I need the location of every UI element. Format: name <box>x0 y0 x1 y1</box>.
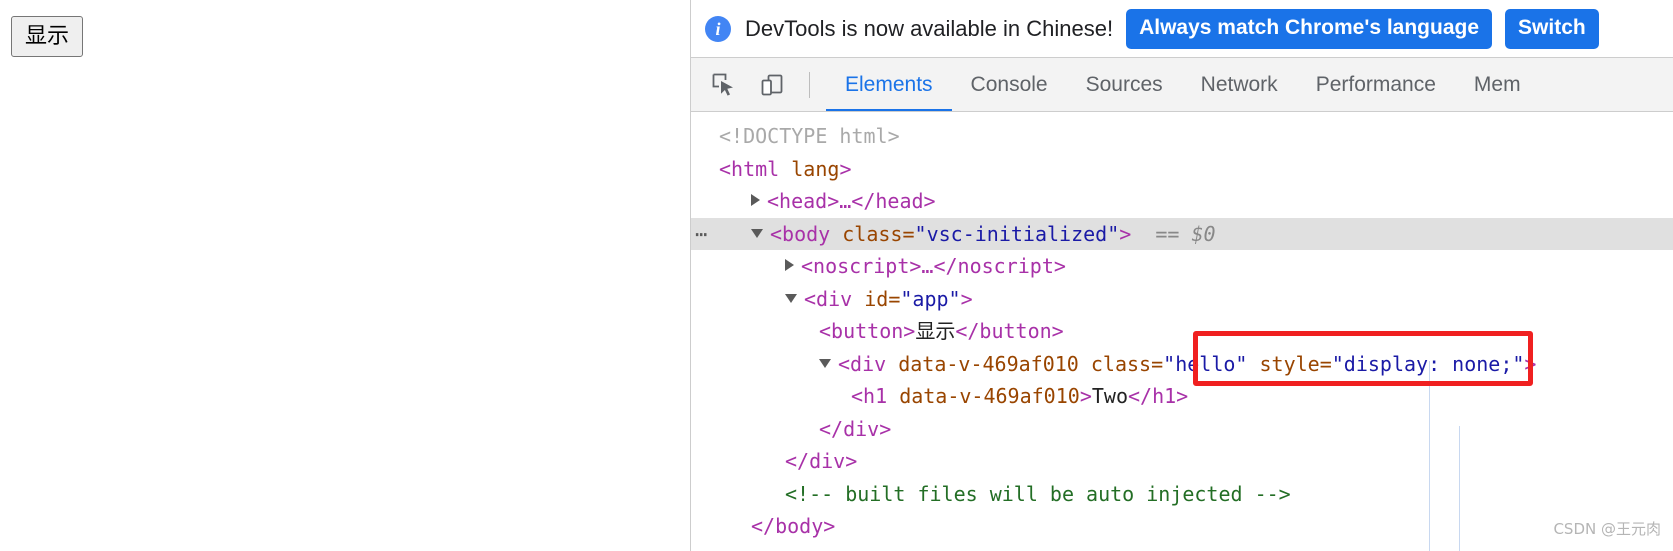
hello-class-attr-name: class <box>1090 351 1152 376</box>
body-eq: = <box>902 221 915 246</box>
dom-row-close-body[interactable]: </body> <box>691 510 1673 543</box>
chevron-right-icon[interactable] <box>751 194 760 206</box>
chevron-down-icon[interactable] <box>819 358 831 368</box>
dom-row-head[interactable]: <head>…</head> <box>691 185 1673 218</box>
dom-tree: <!DOCTYPE html> <html lang> <head>…</hea… <box>691 112 1673 551</box>
dom-row-body[interactable]: ⋯ <body class="vsc-initialized"> == $0 <box>691 217 1673 251</box>
html-close-bracket: > <box>839 156 852 181</box>
noscript-collapsed-text: <noscript>…</noscript> <box>801 254 1066 278</box>
toolbar-divider <box>809 71 810 98</box>
dom-row-comment[interactable]: <!-- built files will be auto injected -… <box>691 478 1673 511</box>
dom-row-h1[interactable]: <h1 data-v-469af010>Two</h1> <box>691 380 1673 413</box>
devtools-tabstrip: Elements Console Sources Network Perform… <box>691 57 1673 112</box>
dom-row-div-hello[interactable]: <div data-v-469af010 class="hello" style… <box>691 348 1673 381</box>
close-app-div-tag: </div> <box>785 449 858 473</box>
body-open-bracket: < <box>770 221 783 246</box>
button-text-node: 显示 <box>915 319 956 343</box>
hello-eq2: = <box>1319 351 1332 376</box>
hello-scope-attr: data-v-469af010 <box>898 351 1079 376</box>
banner-message: DevTools is now available in Chinese! <box>745 15 1114 41</box>
info-icon: i <box>705 15 731 42</box>
chevron-down-icon[interactable] <box>785 293 797 303</box>
device-toolbar-icon[interactable] <box>755 68 789 102</box>
app-eq: = <box>888 286 901 311</box>
hello-close-bracket: > <box>1524 351 1537 376</box>
hello-eq1: = <box>1151 351 1164 376</box>
button-open-tag: <button> <box>819 319 916 343</box>
dom-row-noscript[interactable]: <noscript>…</noscript> <box>691 250 1673 283</box>
tab-sources[interactable]: Sources <box>1067 58 1182 111</box>
h1-open-bracket: < <box>851 384 864 408</box>
tab-memory[interactable]: Mem <box>1455 58 1540 111</box>
html-lang-attr: lang <box>791 156 840 181</box>
chevron-right-icon[interactable] <box>785 259 794 271</box>
h1-text-node: Two <box>1091 384 1128 408</box>
hello-open-bracket: < <box>838 351 851 376</box>
button-close-tag: </button> <box>955 319 1064 343</box>
h1-close-bracket: > <box>1079 384 1092 408</box>
dom-row-doctype[interactable]: <!DOCTYPE html> <box>691 120 1673 153</box>
dom-row-close-app[interactable]: </div> <box>691 445 1673 478</box>
tab-performance[interactable]: Performance <box>1297 58 1455 111</box>
doctype-text: <!DOCTYPE html> <box>719 124 900 148</box>
hello-tag-name: div <box>850 351 887 376</box>
app-close-bracket: > <box>960 286 973 311</box>
chevron-down-icon[interactable] <box>751 228 763 238</box>
head-collapsed-text: <head>…</head> <box>767 189 936 213</box>
close-hello-div-tag: </div> <box>819 416 892 441</box>
app-id-attr-value: "app" <box>900 286 961 311</box>
close-body-tag: </body> <box>751 514 836 538</box>
more-options-icon[interactable]: ⋯ <box>695 218 708 251</box>
h1-closing-tag: </h1> <box>1127 384 1189 408</box>
body-class-attr-value: "vsc-initialized" <box>914 221 1120 246</box>
tree-guide-line-body <box>1429 361 1430 551</box>
tree-guide-line-app <box>1459 426 1460 551</box>
tab-console[interactable]: Console <box>952 58 1067 111</box>
h1-scope-attr: data-v-469af010 <box>899 384 1080 408</box>
html-tag-name: html <box>731 156 780 181</box>
dom-row-close-hello[interactable]: </div> <box>691 413 1673 446</box>
language-banner: i DevTools is now available in Chinese! … <box>691 0 1673 57</box>
app-id-attr-name: id <box>864 286 889 311</box>
app-open-bracket: < <box>804 286 817 311</box>
body-close-bracket: > <box>1119 221 1132 246</box>
hello-style-attr-name: style <box>1259 351 1320 376</box>
html-comment-text: <!-- built files will be auto injected -… <box>785 481 1291 506</box>
body-class-attr-name: class <box>842 221 903 246</box>
dom-row-div-app[interactable]: <div id="app"> <box>691 283 1673 316</box>
show-button[interactable]: 显示 <box>11 16 84 58</box>
devtools-panel: i DevTools is now available in Chinese! … <box>690 0 1673 551</box>
selected-node-marker: == $0 <box>1155 221 1216 246</box>
tab-network[interactable]: Network <box>1182 58 1297 111</box>
switch-language-button[interactable]: Switch <box>1505 8 1599 49</box>
app-tag-name: div <box>816 286 853 311</box>
h1-tag-name: h1 <box>863 384 888 408</box>
dom-row-button[interactable]: <button>显示</button> <box>691 315 1673 348</box>
html-open-bracket: < <box>719 156 732 181</box>
dom-row-html[interactable]: <html lang> <box>691 153 1673 186</box>
hello-class-attr-value: "hello" <box>1163 351 1248 376</box>
always-match-language-button[interactable]: Always match Chrome's language <box>1126 8 1493 49</box>
tab-elements[interactable]: Elements <box>826 58 952 111</box>
watermark: CSDN @王元肉 <box>1553 520 1661 538</box>
inspect-element-icon[interactable] <box>707 68 741 102</box>
rendered-page-area: 显示 <box>0 0 690 551</box>
body-tag-name: body <box>782 221 831 246</box>
